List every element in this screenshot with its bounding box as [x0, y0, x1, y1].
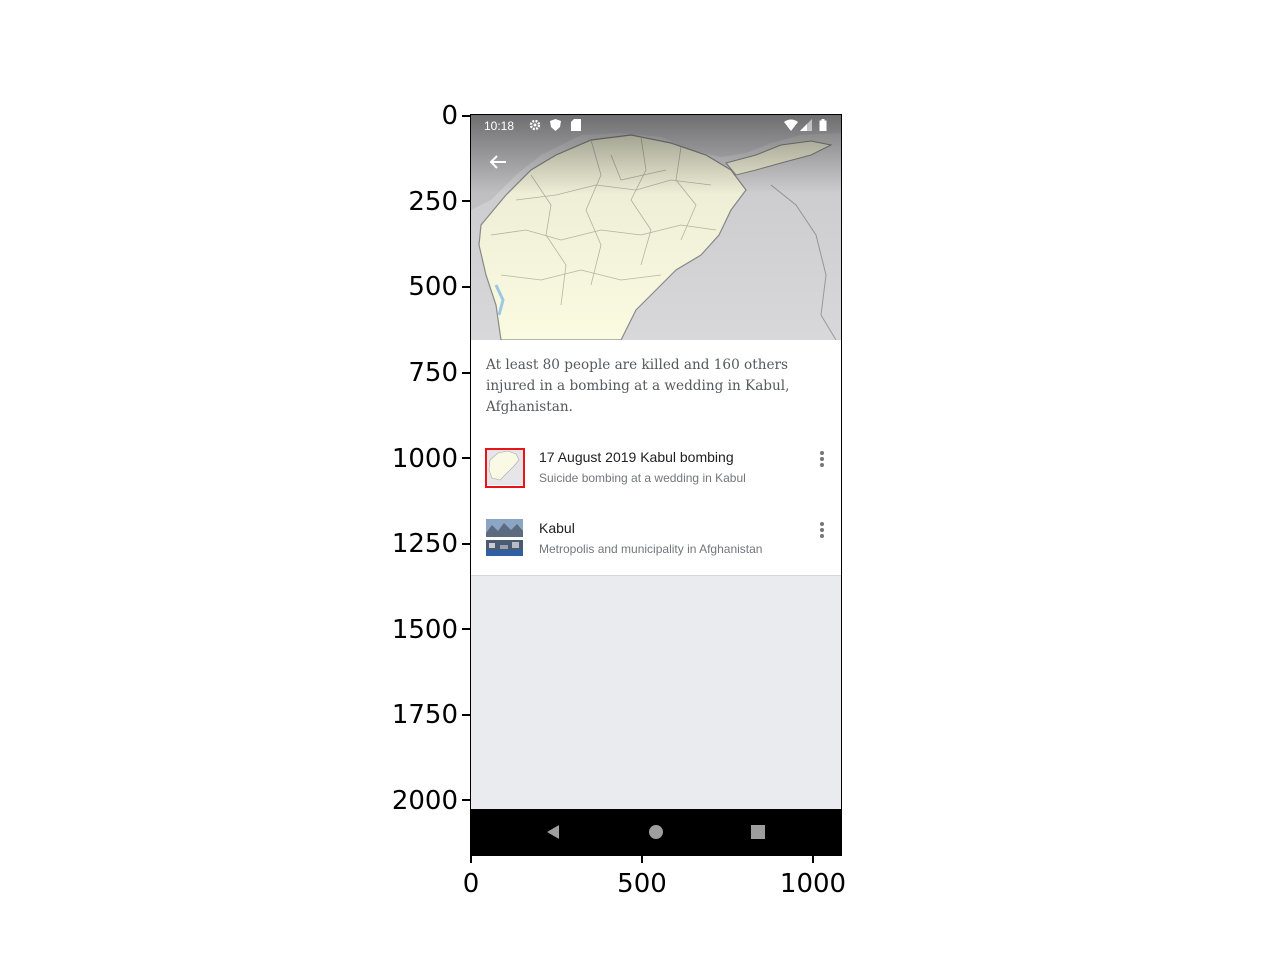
article-title: 17 August 2019 Kabul bombing	[539, 449, 734, 465]
x-tick-mark	[641, 855, 643, 863]
highlight-box	[485, 448, 525, 488]
battery-icon	[819, 119, 827, 134]
shield-icon	[550, 119, 561, 134]
y-tick-mark	[462, 200, 470, 202]
recents-square-icon[interactable]	[747, 821, 769, 843]
news-content-card: At least 80 people are killed and 160 ot…	[471, 340, 841, 576]
y-tick-mark	[462, 543, 470, 545]
more-vert-icon[interactable]	[811, 448, 833, 470]
news-summary: At least 80 people are killed and 160 ot…	[486, 357, 790, 415]
sd-card-icon	[571, 119, 581, 134]
status-time: 10:18	[484, 119, 515, 133]
y-tick-label: 1500	[391, 615, 458, 645]
y-tick-label: 2000	[391, 786, 458, 816]
afghanistan-map-graphic	[471, 115, 841, 340]
y-tick-mark	[462, 628, 470, 630]
city-photo-thumbnail-icon	[486, 519, 523, 556]
article-description: Metropolis and municipality in Afghanist…	[539, 542, 763, 556]
y-tick-mark	[462, 115, 470, 117]
y-tick-mark	[462, 714, 470, 716]
x-tick-label: 1000	[779, 869, 847, 899]
article-list-item[interactable]: 17 August 2019 Kabul bombing Suicide bom…	[471, 440, 841, 500]
y-tick-label: 250	[408, 187, 458, 217]
article-title: Kabul	[539, 520, 575, 536]
more-vert-icon[interactable]	[811, 519, 833, 541]
home-circle-icon[interactable]	[645, 821, 667, 843]
y-tick-label: 0	[441, 101, 458, 131]
article-thumbnail[interactable]	[486, 519, 523, 556]
gear-icon	[529, 119, 541, 134]
back-triangle-icon[interactable]	[542, 821, 564, 843]
y-tick-label: 1000	[391, 444, 458, 474]
arrow-left-icon	[489, 155, 506, 169]
phone-screen: 10:18 At least 80 people are killed and …	[471, 115, 841, 855]
article-list-item[interactable]: Kabul Metropolis and municipality in Afg…	[471, 511, 841, 571]
article-map-image[interactable]	[471, 115, 841, 340]
x-tick-label: 500	[617, 869, 667, 899]
status-bar: 10:18	[471, 115, 841, 137]
y-tick-label: 1250	[391, 529, 458, 559]
y-tick-label: 500	[408, 272, 458, 302]
system-navigation-bar	[471, 809, 841, 855]
x-tick-mark	[812, 855, 814, 863]
y-tick-mark	[462, 457, 470, 459]
x-tick-label: 0	[462, 869, 480, 899]
y-tick-label: 750	[408, 358, 458, 388]
x-tick-mark	[470, 855, 472, 863]
y-tick-mark	[462, 286, 470, 288]
wifi-icon	[784, 119, 798, 134]
article-description: Suicide bombing at a wedding in Kabul	[539, 471, 746, 485]
back-button[interactable]	[485, 151, 511, 177]
signal-icon	[800, 119, 812, 134]
y-tick-mark	[462, 372, 470, 374]
y-tick-mark	[462, 799, 470, 801]
y-tick-label: 1750	[391, 700, 458, 730]
